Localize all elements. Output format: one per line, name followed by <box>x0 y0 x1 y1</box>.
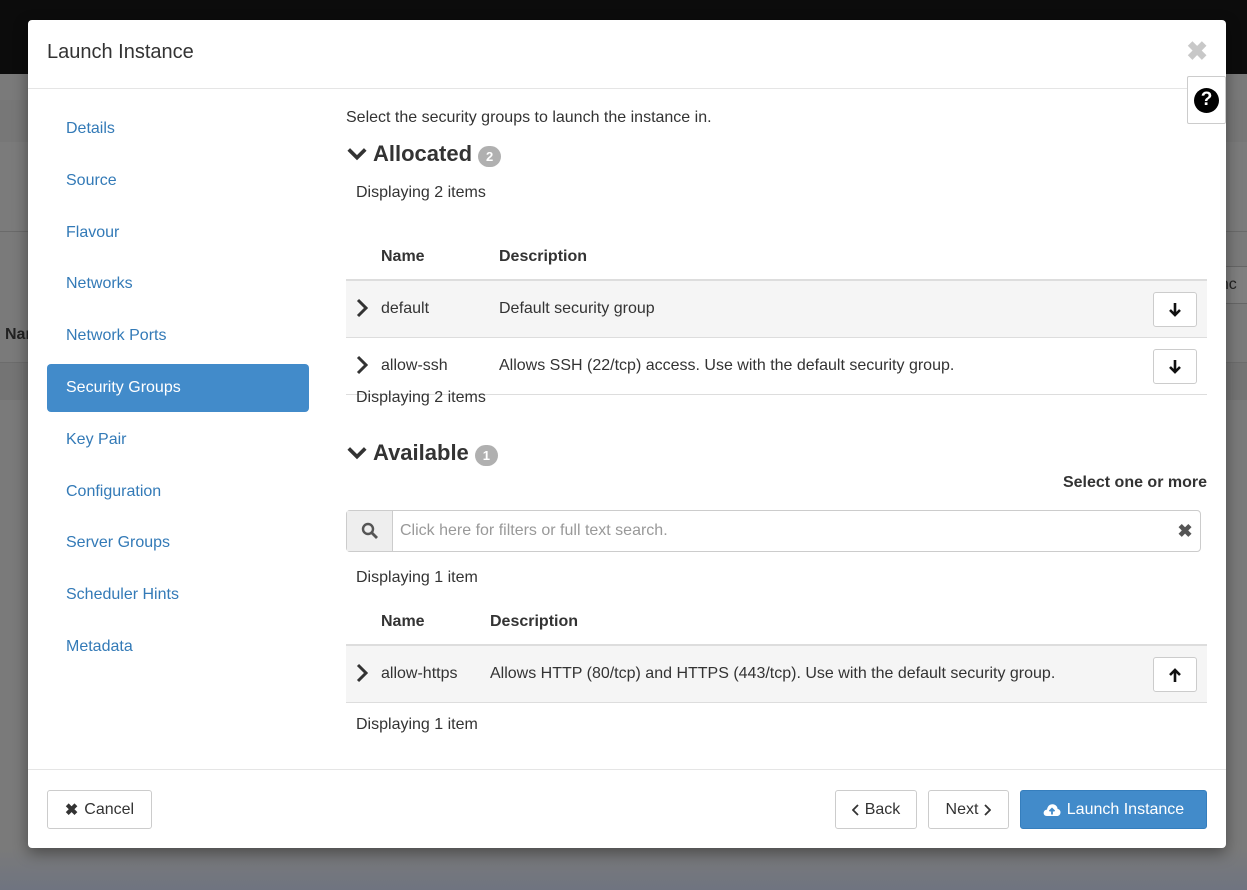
allocated-title: Allocated <box>373 141 473 166</box>
row-name: default <box>381 300 430 317</box>
select-hint: Select one or more <box>1062 474 1207 491</box>
nav-item-security-groups[interactable]: Security Groups <box>47 363 309 412</box>
chevron-left-icon <box>851 803 859 816</box>
question-circle-icon: ? <box>1194 87 1219 113</box>
nav-item-networks[interactable]: Networks <box>47 260 309 308</box>
nav-item-flavour[interactable]: Flavour <box>47 209 309 257</box>
column-header-name[interactable]: Name <box>381 613 425 631</box>
modal-footer: ✖ Cancel Back Next Launch Instance <box>28 769 1226 848</box>
available-section-toggle[interactable]: Available 1 <box>346 440 499 466</box>
column-header-description[interactable]: Description <box>499 248 587 266</box>
nav-item-key-pair[interactable]: Key Pair <box>47 416 309 464</box>
nav-item-metadata[interactable]: Metadata <box>47 623 309 671</box>
nav-item-configuration[interactable]: Configuration <box>47 468 309 516</box>
available-table: Name Description allow-https Allows HTTP… <box>346 600 1207 703</box>
help-button[interactable]: ? <box>1187 76 1226 124</box>
launch-instance-label: Launch Instance <box>1066 800 1185 818</box>
allocated-table: Name Description default Default securit… <box>346 235 1207 395</box>
next-button[interactable]: Next <box>928 790 1009 829</box>
available-count-badge: 1 <box>474 444 499 466</box>
deallocate-button[interactable] <box>1153 349 1197 384</box>
row-description: Default security group <box>499 300 655 317</box>
next-label: Next <box>945 800 979 818</box>
search-input[interactable] <box>393 511 1170 551</box>
available-title: Available <box>373 440 469 465</box>
allocate-button[interactable] <box>1153 657 1197 692</box>
available-display-count-bottom: Displaying 1 item <box>356 716 478 733</box>
allocated-count-badge: 2 <box>478 145 502 167</box>
nav-item-source[interactable]: Source <box>47 157 309 205</box>
allocated-display-count-bottom: Displaying 2 items <box>356 389 486 406</box>
table-row: allow-ssh Allows SSH (22/tcp) access. Us… <box>346 338 1207 395</box>
modal-title: Launch Instance <box>47 41 194 63</box>
chevron-right-icon[interactable] <box>356 663 368 683</box>
chevron-right-icon[interactable] <box>356 298 368 318</box>
row-name: allow-https <box>381 665 458 682</box>
table-row: allow-https Allows HTTP (80/tcp) and HTT… <box>346 646 1207 703</box>
nav-item-server-groups[interactable]: Server Groups <box>47 519 309 567</box>
cloud-upload-icon <box>1043 803 1061 817</box>
nav-item-details[interactable]: Details <box>47 105 309 153</box>
close-icon[interactable]: ✖ <box>1186 36 1208 67</box>
background-bottom <box>0 848 1247 890</box>
cancel-label: Cancel <box>84 800 135 818</box>
available-display-count: Displaying 1 item <box>356 569 478 586</box>
wizard-nav: Details Source Flavour Networks Network … <box>47 105 309 675</box>
nav-item-network-ports[interactable]: Network Ports <box>47 312 309 360</box>
intro-text: Select the security groups to launch the… <box>346 109 712 126</box>
deallocate-button[interactable] <box>1153 292 1197 327</box>
table-row: default Default security group <box>346 281 1207 338</box>
arrow-down-icon <box>1169 302 1181 317</box>
column-header-name[interactable]: Name <box>381 248 425 266</box>
back-label: Back <box>864 800 901 818</box>
nav-item-scheduler-hints[interactable]: Scheduler Hints <box>47 571 309 619</box>
launch-instance-button[interactable]: Launch Instance <box>1020 790 1207 829</box>
chevron-right-icon <box>984 803 992 816</box>
cancel-button[interactable]: ✖ Cancel <box>47 790 152 829</box>
row-description: Allows SSH (22/tcp) access. Use with the… <box>499 357 955 374</box>
row-name: allow-ssh <box>381 357 448 374</box>
table-header: Name Description <box>346 235 1207 281</box>
launch-instance-modal: Launch Instance ✖ ? Details Source Flavo… <box>28 20 1226 848</box>
column-header-description[interactable]: Description <box>490 613 578 631</box>
chevron-down-icon <box>347 447 367 460</box>
allocated-display-count: Displaying 2 items <box>356 184 486 201</box>
modal-header: Launch Instance ✖ <box>28 20 1226 89</box>
arrow-down-icon <box>1169 359 1181 374</box>
clear-search-icon[interactable]: ✖ <box>1170 511 1200 551</box>
arrow-up-icon <box>1169 667 1181 682</box>
search-icon <box>347 511 393 551</box>
allocated-section-toggle[interactable]: Allocated 2 <box>346 141 502 167</box>
chevron-right-icon[interactable] <box>356 355 368 375</box>
row-description: Allows HTTP (80/tcp) and HTTPS (443/tcp)… <box>490 665 1056 682</box>
search-bar: ✖ <box>346 510 1201 552</box>
back-button[interactable]: Back <box>835 790 917 829</box>
close-icon: ✖ <box>64 801 79 819</box>
chevron-down-icon <box>347 148 367 161</box>
table-header: Name Description <box>346 600 1207 646</box>
